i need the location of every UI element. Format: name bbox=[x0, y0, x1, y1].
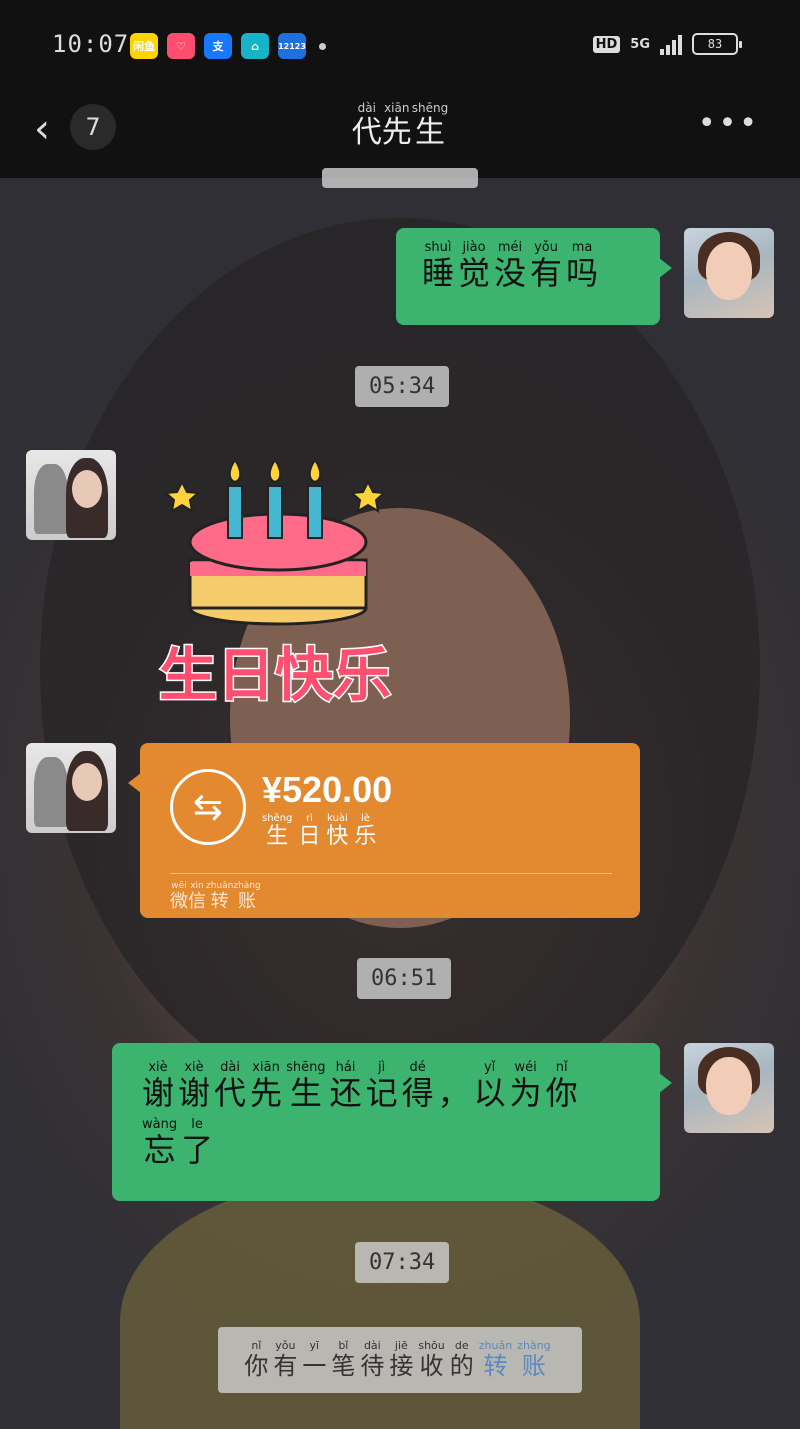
hanzi-char: 转zhuǎn bbox=[206, 881, 234, 912]
hanzi-char: 快kuài bbox=[326, 813, 349, 849]
hanzi-char: 有yǒu bbox=[530, 240, 563, 292]
hanzi-char: 为wéi bbox=[509, 1060, 542, 1112]
network-label: 5G bbox=[630, 36, 650, 52]
xianyu-app-icon: 闲鱼 bbox=[130, 33, 158, 59]
hanzi-char: 先xiān bbox=[250, 1060, 283, 1112]
chat-header: ‹ 7 代dài先xiān生shēng ••• bbox=[0, 92, 800, 178]
timestamp: 06:51 bbox=[357, 958, 452, 999]
divider bbox=[170, 873, 612, 874]
hanzi-char: 生shēng bbox=[411, 101, 449, 150]
battery-icon: 83 bbox=[692, 33, 742, 55]
transfer-card[interactable]: ⇆ ¥520.00 生shēng日rì快kuài乐lè 微wēi信xìn转zhu… bbox=[128, 743, 640, 918]
transfer-memo: 生shēng日rì快kuài乐lè bbox=[262, 813, 382, 850]
hanzi-char: ， bbox=[437, 1074, 470, 1112]
transfer-amount: ¥520.00 bbox=[262, 769, 393, 810]
ellipsis-icon[interactable]: ••• bbox=[698, 106, 760, 141]
hanzi-char: 记jì bbox=[365, 1060, 398, 1112]
hanzi-char: 待dài bbox=[360, 1338, 385, 1380]
transfer-link[interactable]: 转zhuǎn账zhàng bbox=[478, 1338, 556, 1381]
hanzi-char: 吗ma bbox=[566, 240, 599, 292]
pending-transfer-notice: 你nǐ有yǒu一yī笔bǐ待dài接jiē收shōu的de 转zhuǎn账zhà… bbox=[218, 1327, 582, 1393]
chat-title: 代dài先xiān生shēng bbox=[0, 101, 800, 151]
hanzi-char: 账zhàng bbox=[517, 1338, 551, 1380]
message-text-line-1: 谢xiè谢xiè代dài先xiān生shēng还hái记jì得dé， 以yǐ为wé… bbox=[142, 1060, 630, 1114]
hanzi-char: 觉jiào bbox=[458, 240, 491, 292]
hanzi-char: 得dé bbox=[401, 1060, 434, 1112]
sticker-text: 生日快乐 bbox=[159, 641, 391, 709]
hanzi-char: 了le bbox=[181, 1117, 214, 1169]
transfer-icon: ⇆ bbox=[170, 769, 246, 845]
12123-app-icon: 12123 bbox=[278, 33, 306, 59]
hanzi-char: 转zhuǎn bbox=[478, 1338, 513, 1380]
hanzi-char: 以yǐ bbox=[473, 1060, 506, 1112]
hanzi-char: 还hái bbox=[329, 1060, 362, 1112]
avatar[interactable] bbox=[26, 743, 116, 833]
alipay-app-icon: 支 bbox=[204, 33, 232, 59]
hanzi-char: 生shēng bbox=[286, 1060, 326, 1112]
hd-icon: HD bbox=[592, 35, 621, 53]
avatar[interactable] bbox=[684, 228, 774, 318]
timestamp: 05:34 bbox=[355, 366, 450, 407]
status-app-icons: 闲鱼 ♡ 支 ⌂ 12123 bbox=[130, 33, 326, 59]
transfer-label: 微wēi信xìn转zhuǎn账zhàng bbox=[170, 881, 261, 913]
heart-app-icon: ♡ bbox=[167, 33, 195, 59]
hanzi-char: 收shōu bbox=[418, 1338, 445, 1380]
hanzi-char: 的de bbox=[449, 1338, 474, 1380]
avatar[interactable] bbox=[26, 450, 116, 540]
hanzi-char: 信xìn bbox=[188, 881, 206, 912]
birthday-cake-sticker[interactable]: 生日快乐 bbox=[140, 450, 420, 720]
home-app-icon: ⌂ bbox=[241, 33, 269, 59]
hanzi-char: 笔bǐ bbox=[331, 1338, 356, 1380]
hanzi-char: 代dài bbox=[351, 101, 382, 150]
hanzi-char: 代dài bbox=[214, 1060, 247, 1112]
hanzi-char: 生shēng bbox=[262, 813, 293, 849]
message-text-line-2: 忘wàng了le bbox=[142, 1117, 630, 1171]
hanzi-char: 你nǐ bbox=[545, 1060, 578, 1112]
hanzi-char: 谢xiè bbox=[178, 1060, 211, 1112]
status-bar: 10:07 闲鱼 ♡ 支 ⌂ 12123 HD 5G 83 bbox=[0, 0, 800, 92]
hanzi-char: 睡shuì bbox=[422, 240, 455, 292]
hanzi-char: 忘wàng bbox=[142, 1117, 178, 1169]
hanzi-char: 没méi bbox=[494, 240, 527, 292]
timestamp: 07:34 bbox=[355, 1242, 450, 1283]
signal-icon bbox=[660, 33, 682, 55]
hanzi-char: 接jiē bbox=[389, 1338, 414, 1380]
system-indicators: HD 5G 83 bbox=[592, 33, 742, 55]
hanzi-char: 乐lè bbox=[354, 813, 377, 849]
hanzi-char: 微wēi bbox=[170, 881, 188, 912]
message-bubble-sent[interactable]: 睡shuì觉jiào没méi有yǒu吗ma bbox=[396, 228, 672, 325]
notice-text: 你nǐ有yǒu一yī笔bǐ待dài接jiē收shōu的de bbox=[244, 1338, 478, 1381]
message-bubble-sent[interactable]: 谢xiè谢xiè代dài先xiān生shēng还hái记jì得dé， 以yǐ为wé… bbox=[112, 1043, 672, 1201]
hanzi-char: 日rì bbox=[298, 813, 321, 849]
hanzi-char: 谢xiè bbox=[142, 1060, 175, 1112]
avatar[interactable] bbox=[684, 1043, 774, 1133]
status-time: 10:07 bbox=[52, 30, 130, 58]
notification-dot bbox=[319, 42, 326, 50]
hanzi-char: 你nǐ bbox=[244, 1338, 269, 1380]
hanzi-char: 有yǒu bbox=[273, 1338, 298, 1380]
hanzi-char: 先xiān bbox=[381, 101, 412, 150]
hanzi-char: 一yī bbox=[302, 1338, 327, 1380]
message-text: 睡shuì觉jiào没méi有yǒu吗ma bbox=[422, 240, 602, 292]
hanzi-char: 账zhàng bbox=[233, 881, 261, 912]
timestamp-clipped bbox=[322, 168, 478, 188]
